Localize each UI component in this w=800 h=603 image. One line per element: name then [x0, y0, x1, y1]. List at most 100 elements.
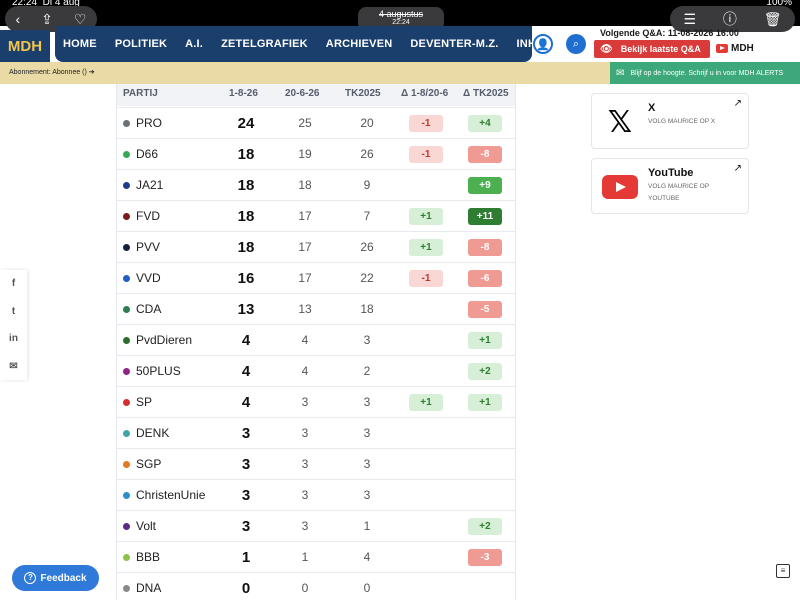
- info-icon[interactable]: ⓘ: [723, 12, 737, 26]
- seats-1-8-26: 1: [241, 549, 251, 566]
- mdh-youtube-link[interactable]: MDH: [716, 43, 754, 54]
- twitter-icon[interactable]: t: [12, 306, 15, 317]
- email-share-icon[interactable]: ✉: [9, 361, 17, 372]
- col-20-6-26: 20-6-26: [285, 88, 320, 99]
- seats-1-8-26: 18: [237, 146, 255, 163]
- social-x-subtitle: VOLG MAURICE OP X: [648, 118, 716, 125]
- scan-text-icon[interactable]: ≡: [776, 564, 790, 578]
- delta-tk2025-badge: +2: [468, 363, 502, 380]
- heart-icon[interactable]: ♡: [74, 12, 87, 26]
- seats-1-8-26: 3: [241, 487, 251, 504]
- seats-20-6-26: 25: [298, 116, 312, 130]
- settings-sliders-icon[interactable]: ☰: [683, 12, 696, 26]
- seats-1-8-26: 0: [241, 580, 251, 597]
- table-row: SP 4 3 3 +1 +1: [117, 386, 515, 417]
- seats-tk2025: 3: [363, 426, 371, 440]
- party-name: BBB: [136, 550, 161, 564]
- trash-icon[interactable]: 🗑: [764, 12, 782, 26]
- party-name: 50PLUS: [136, 364, 181, 378]
- party-name: FVD: [136, 209, 160, 223]
- party-color-dot: [123, 492, 130, 499]
- seats-tk2025: 1: [363, 519, 371, 533]
- seats-tk2025: 2: [363, 364, 371, 378]
- user-icon[interactable]: 👤: [533, 34, 553, 54]
- party-name: CDA: [136, 302, 162, 316]
- main-navigation: HOME POLITIEK A.I. ZETELGRAFIEK ARCHIEVE…: [55, 26, 561, 62]
- seats-tk2025: 26: [360, 147, 374, 161]
- back-icon[interactable]: ‹: [16, 12, 21, 26]
- social-x-title: X: [648, 102, 656, 114]
- table-row: Volt 3 3 1 +2: [117, 510, 515, 541]
- seats-tk2025: 22: [360, 271, 374, 285]
- seats-tk2025: 3: [363, 488, 371, 502]
- delta-tk2025-badge: +9: [468, 177, 502, 194]
- seats-1-8-26: 18: [237, 177, 255, 194]
- party-name: SP: [136, 395, 153, 409]
- seats-tk2025: 18: [360, 302, 374, 316]
- feedback-button[interactable]: ? Feedback: [12, 565, 99, 591]
- party-color-dot: [123, 182, 130, 189]
- seats-20-6-26: 19: [298, 147, 312, 161]
- seats-tk2025: 3: [363, 333, 371, 347]
- subscription-status[interactable]: Abonnement: Abonnee () ➔: [9, 68, 95, 76]
- social-card-youtube[interactable]: YouTube VOLG MAURICE OP YOUTUBE ↗: [591, 158, 749, 214]
- youtube-icon: [716, 44, 728, 53]
- table-row: CDA 13 13 18 -5: [117, 293, 515, 324]
- seats-20-6-26: 4: [301, 333, 309, 347]
- seats-20-6-26: 17: [298, 240, 312, 254]
- seats-20-6-26: 3: [301, 457, 309, 471]
- delta-1-8-20-6-badge: -1: [409, 115, 443, 132]
- share-icon[interactable]: ⇪: [41, 12, 53, 26]
- external-link-icon: ↗: [733, 98, 742, 109]
- party-color-dot: [123, 554, 130, 561]
- social-youtube-title: YouTube: [648, 167, 694, 179]
- party-color-dot: [123, 399, 130, 406]
- table-row: DNA 0 0 0: [117, 572, 515, 603]
- seats-20-6-26: 3: [301, 488, 309, 502]
- external-link-icon: ↗: [733, 163, 742, 174]
- table-row: PRO 24 25 20 -1 +4: [117, 107, 515, 138]
- alerts-signup-bar[interactable]: ✉ Blijf op de hoogte. Schrijf u in voor …: [610, 62, 800, 84]
- table-row: DENK 3 3 3: [117, 417, 515, 448]
- seats-20-6-26: 4: [301, 364, 309, 378]
- seats-1-8-26: 4: [241, 394, 251, 411]
- latest-qa-button[interactable]: 👁 Bekijk laatste Q&A: [594, 40, 710, 58]
- nav-deventer[interactable]: DEVENTER-M.Z.: [410, 38, 498, 50]
- delta-1-8-20-6-badge: +1: [409, 394, 443, 411]
- site-logo[interactable]: MDH: [0, 30, 50, 62]
- table-row: PvdDieren 4 4 3 +1: [117, 324, 515, 355]
- x-logo-icon: 𝕏: [607, 104, 633, 140]
- search-icon[interactable]: ⌕: [566, 34, 586, 54]
- seats-20-6-26: 0: [301, 581, 309, 595]
- party-color-dot: [123, 337, 130, 344]
- table-row: FVD 18 17 7 +1 +11: [117, 200, 515, 231]
- seats-tk2025: 20: [360, 116, 374, 130]
- table-row: 50PLUS 4 4 2 +2: [117, 355, 515, 386]
- seats-20-6-26: 3: [301, 395, 309, 409]
- party-name: PvdDieren: [136, 333, 193, 347]
- next-qa-label: Volgende Q&A: 11-08-2026 16:00: [600, 28, 739, 38]
- linkedin-icon[interactable]: in: [9, 333, 18, 344]
- nav-politiek[interactable]: POLITIEK: [115, 38, 167, 50]
- nav-zetelgrafiek[interactable]: ZETELGRAFIEK: [221, 38, 308, 50]
- delta-tk2025-badge: +1: [468, 394, 502, 411]
- col-delta-1: Δ 1-8/20-6: [401, 88, 449, 99]
- nav-home[interactable]: HOME: [63, 38, 97, 50]
- col-partij: PARTIJ: [123, 88, 158, 99]
- delta-1-8-20-6-badge: +1: [409, 239, 443, 256]
- alerts-label: Blijf op de hoogte. Schrijf u in voor MD…: [630, 69, 784, 77]
- party-name: DNA: [136, 581, 162, 595]
- seats-tk2025: 3: [363, 457, 371, 471]
- feedback-label: Feedback: [40, 572, 87, 584]
- party-name: VVD: [136, 271, 161, 285]
- nav-ai[interactable]: A.I.: [185, 38, 203, 50]
- nav-archieven[interactable]: ARCHIEVEN: [326, 38, 393, 50]
- latest-qa-label: Bekijk laatste Q&A: [620, 44, 701, 54]
- seats-1-8-26: 4: [241, 363, 251, 380]
- delta-1-8-20-6-badge: -1: [409, 270, 443, 287]
- social-card-x[interactable]: 𝕏 X VOLG MAURICE OP X ↗: [591, 93, 749, 149]
- party-name: PRO: [136, 116, 163, 130]
- table-row: BBB 1 1 4 -3: [117, 541, 515, 572]
- seats-1-8-26: 18: [237, 208, 255, 225]
- facebook-icon[interactable]: f: [12, 278, 15, 289]
